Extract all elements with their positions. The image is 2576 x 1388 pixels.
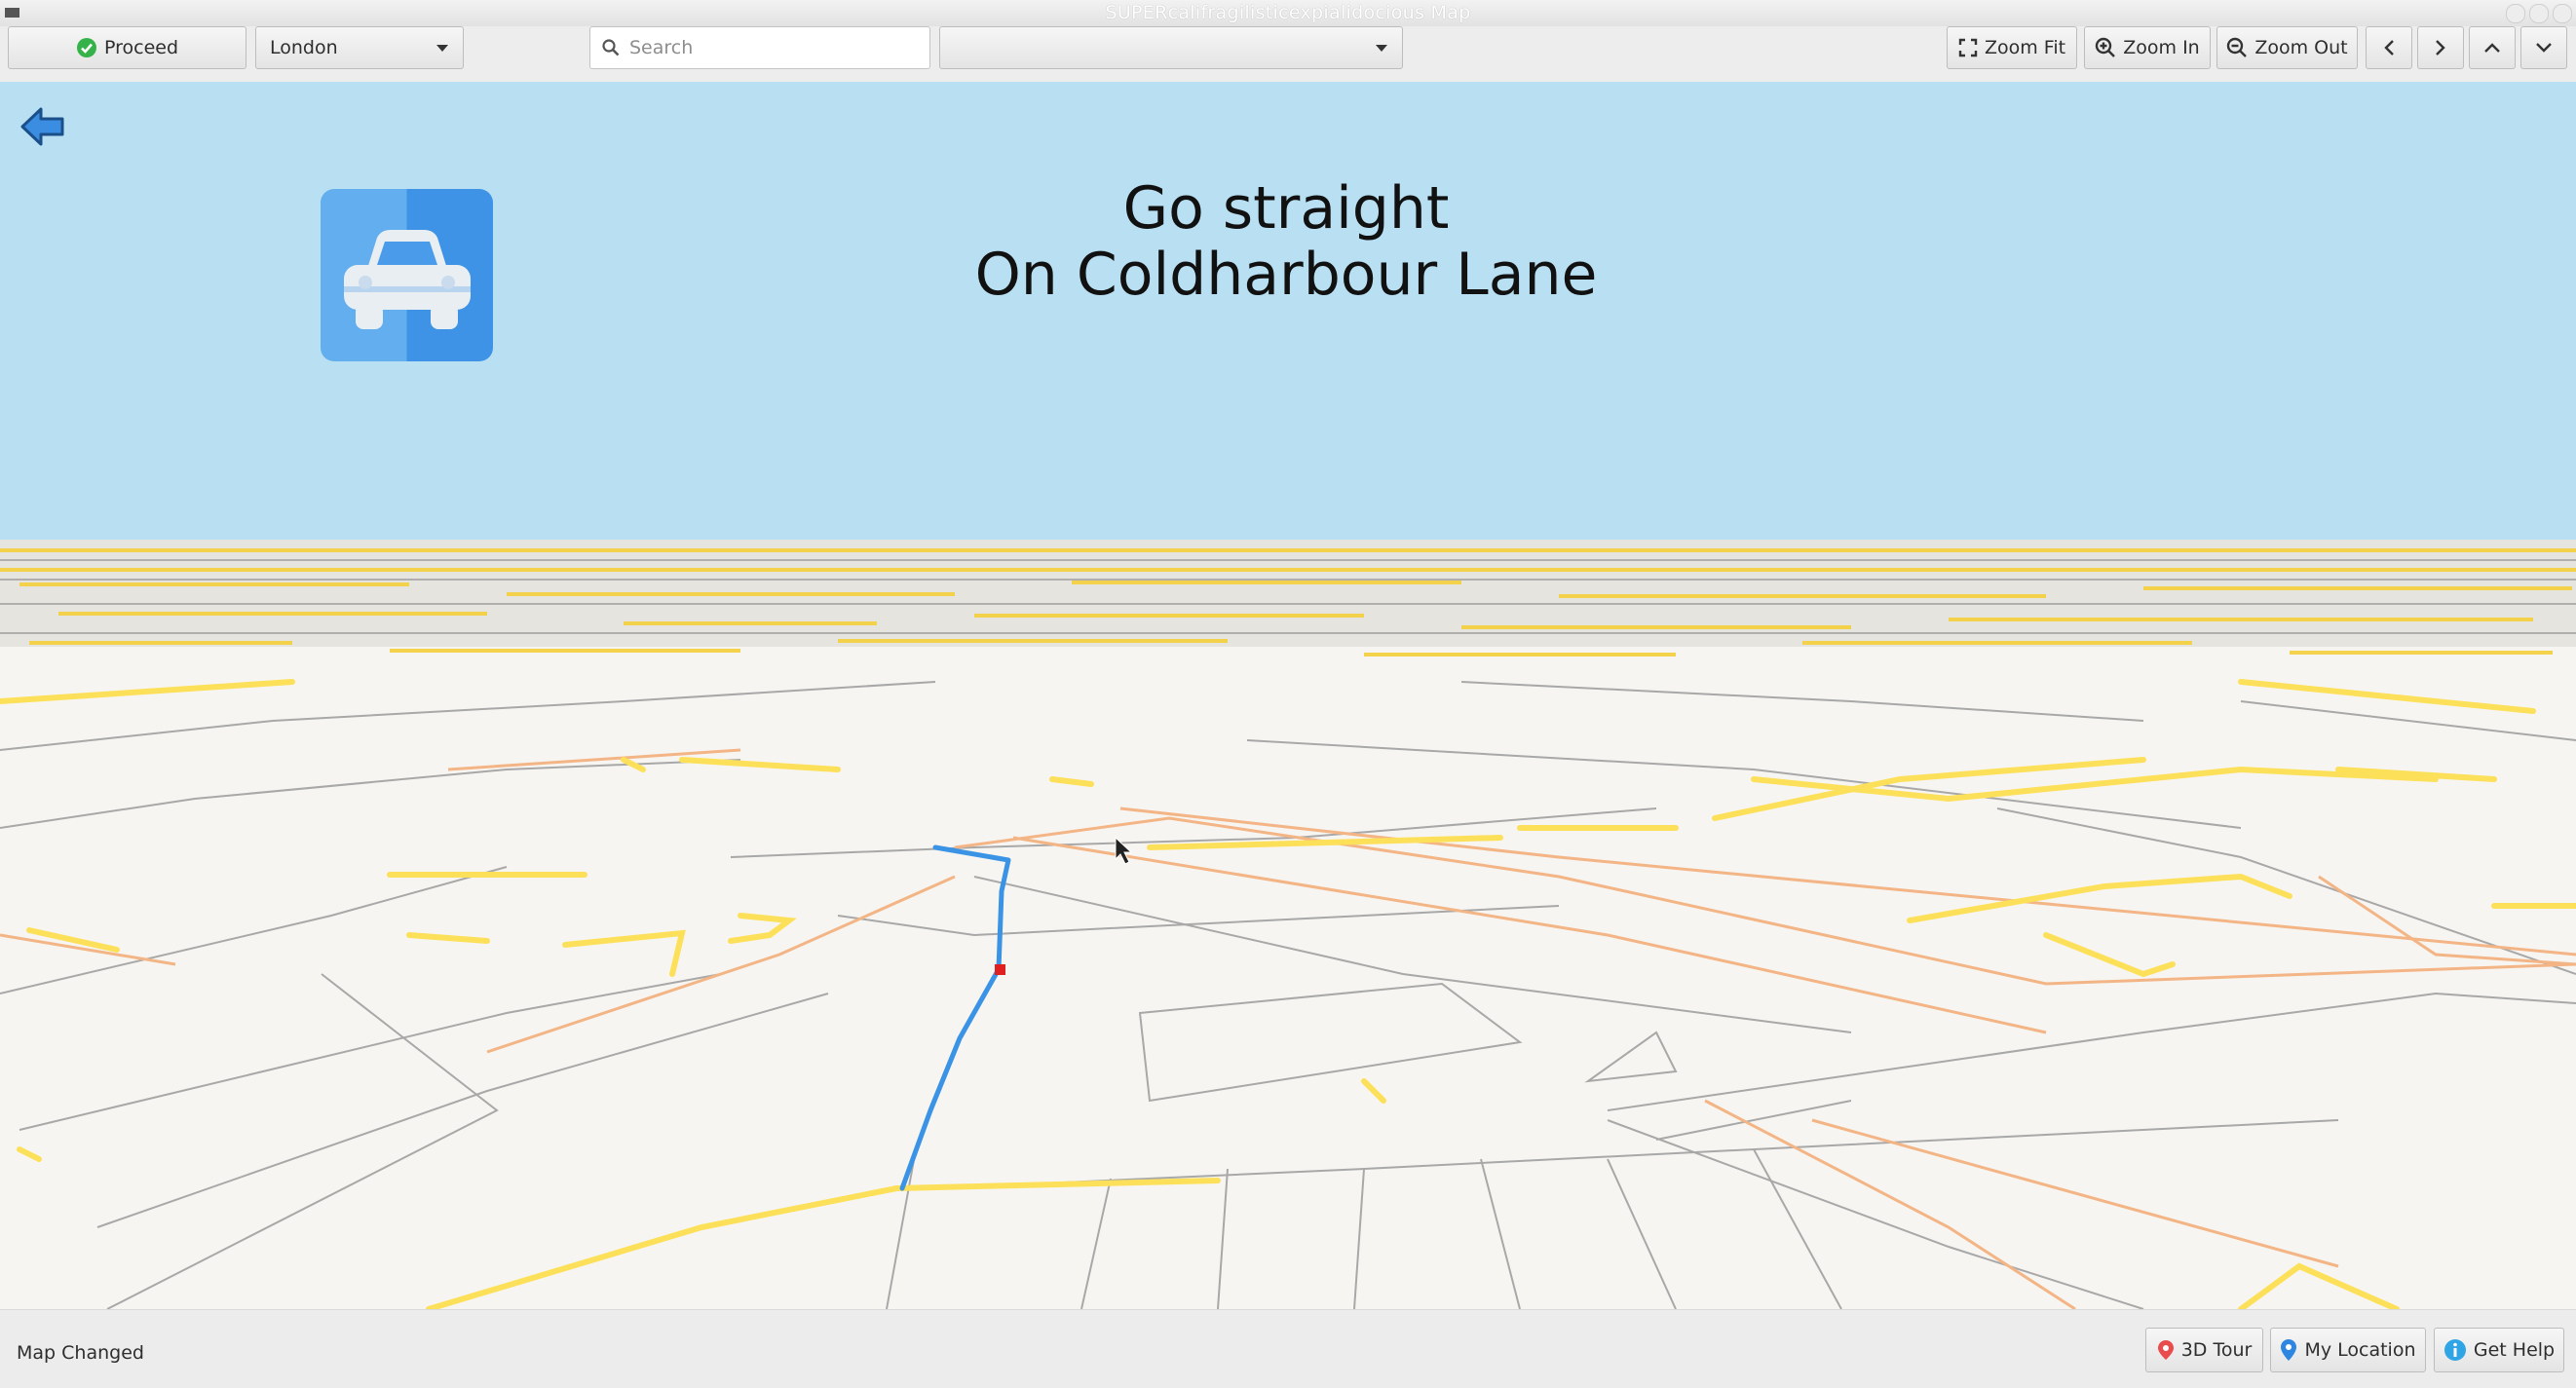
map-horizon-band — [0, 540, 2576, 656]
chevron-down-icon — [2536, 43, 2552, 53]
chevron-left-icon — [2384, 40, 2394, 56]
status-bar: Map Changed 3D Tour My Location Get Help — [0, 1309, 2576, 1388]
tilt-down-button[interactable] — [2520, 26, 2567, 69]
tilt-up-button[interactable] — [2469, 26, 2516, 69]
city-select[interactable]: London — [255, 26, 464, 69]
search-input[interactable]: Search — [589, 26, 930, 69]
zoom-fit-label: Zoom Fit — [1984, 37, 2066, 58]
maximize-button[interactable] — [2529, 4, 2549, 23]
proceed-button[interactable]: Proceed — [8, 26, 246, 69]
pan-right-button[interactable] — [2417, 26, 2464, 69]
route-select[interactable] — [939, 26, 1403, 69]
close-button[interactable] — [2553, 4, 2572, 23]
zoom-in-button[interactable]: Zoom In — [2084, 26, 2211, 69]
check-circle-icon — [76, 38, 96, 57]
info-icon — [2443, 1339, 2466, 1361]
my-location-button[interactable]: My Location — [2270, 1328, 2426, 1372]
toolbar: Proceed London Search Zoom Fit Zoom In Z… — [0, 26, 2576, 82]
search-icon — [602, 39, 620, 56]
back-button[interactable] — [19, 105, 66, 152]
window-controls — [2506, 4, 2572, 23]
city-select-value: London — [270, 37, 338, 58]
maneuver-instruction: Go straight — [1122, 174, 1450, 243]
map-ground — [0, 540, 2576, 1309]
search-placeholder: Search — [629, 37, 694, 58]
minimize-button[interactable] — [2506, 4, 2525, 23]
fit-screen-icon — [1958, 38, 1978, 57]
zoom-out-icon — [2227, 37, 2248, 57]
my-location-label: My Location — [2304, 1339, 2416, 1361]
chevron-down-icon — [1376, 44, 1387, 52]
zoom-out-label: Zoom Out — [2254, 37, 2348, 58]
zoom-out-button[interactable]: Zoom Out — [2216, 26, 2358, 69]
vehicle-mode-tile — [321, 189, 493, 361]
proceed-label: Proceed — [103, 37, 179, 58]
3d-tour-button[interactable]: 3D Tour — [2145, 1328, 2263, 1372]
location-pin-icon — [2281, 1339, 2297, 1361]
zoom-in-label: Zoom In — [2123, 37, 2200, 58]
chevron-right-icon — [2436, 40, 2445, 56]
car-icon — [344, 230, 471, 329]
current-position-marker — [995, 964, 1005, 975]
get-help-label: Get Help — [2473, 1339, 2556, 1361]
status-message: Map Changed — [17, 1342, 144, 1364]
chevron-up-icon — [2484, 43, 2500, 53]
chevron-down-icon — [436, 44, 448, 52]
get-help-button[interactable]: Get Help — [2434, 1328, 2564, 1372]
arrow-left-icon — [20, 107, 64, 146]
map-pin-icon — [2157, 1340, 2174, 1360]
zoom-fit-button[interactable]: Zoom Fit — [1947, 26, 2077, 69]
3d-tour-label: 3D Tour — [2180, 1339, 2253, 1361]
street-name: On Coldharbour Lane — [974, 241, 1598, 309]
pan-left-button[interactable] — [2366, 26, 2412, 69]
window-title-bar: SUPERcalifragilisticexpialidocious Map — [0, 0, 2576, 27]
window-title: SUPERcalifragilisticexpialidocious Map — [1105, 2, 1471, 23]
zoom-in-icon — [2096, 37, 2116, 57]
